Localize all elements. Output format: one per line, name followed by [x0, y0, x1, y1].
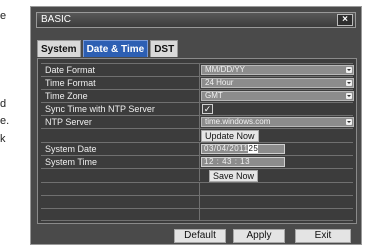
system-date-value: 03/04/2011	[204, 144, 249, 153]
dropdown-arrow-icon	[346, 80, 352, 86]
dropdown-arrow-icon	[346, 67, 352, 73]
sync-ntp-checkbox[interactable]: ✓	[202, 104, 213, 114]
dropdown-arrow-icon	[346, 93, 352, 99]
update-now-row: Update Now	[41, 128, 353, 142]
save-now-button[interactable]: Save Now	[209, 170, 259, 182]
background-text-fragment: d	[0, 98, 7, 110]
ntp-server-label: NTP Server	[45, 117, 92, 127]
basic-settings-dialog: BASIC × System Date & Time DST Date Form…	[30, 6, 362, 245]
ntp-server-row: NTP Server time.windows.com	[41, 115, 354, 128]
ntp-server-select[interactable]: time.windows.com	[201, 117, 354, 127]
date-time-panel: Date Format MM/DD/YY Time Format 24 Hour…	[37, 58, 357, 224]
system-date-label: System Date	[45, 144, 97, 154]
time-zone-value: GMT	[205, 91, 223, 100]
close-icon[interactable]: ×	[337, 14, 353, 26]
dropdown-arrow-icon	[346, 119, 352, 125]
time-zone-row: Time Zone GMT	[41, 89, 354, 102]
background-text-fragment: e	[0, 10, 7, 22]
system-time-input[interactable]: 12 : 43 : 13	[201, 157, 285, 167]
ntp-server-value: time.windows.com	[205, 117, 271, 126]
date-format-value: MM/DD/YY	[205, 65, 245, 74]
time-format-value: 24 Hour	[205, 78, 234, 87]
tab-system[interactable]: System	[37, 40, 81, 57]
dialog-title: BASIC	[41, 14, 72, 25]
background-text-fragment: e.	[0, 115, 10, 127]
background-text-fragment: k	[0, 133, 6, 145]
tab-date-time[interactable]: Date & Time	[82, 40, 149, 57]
date-format-select[interactable]: MM/DD/YY	[201, 65, 354, 75]
time-format-label: Time Format	[45, 78, 96, 88]
time-format-select[interactable]: 24 Hour	[201, 78, 354, 88]
tab-dst[interactable]: DST	[150, 40, 179, 57]
default-button[interactable]: Default	[174, 229, 226, 243]
system-date-row: System Date 03/04/201125	[41, 142, 353, 155]
time-zone-select[interactable]: GMT	[201, 91, 354, 101]
system-date-input[interactable]: 03/04/201125	[201, 144, 285, 154]
system-time-label: System Time	[45, 157, 98, 167]
empty-row	[41, 182, 353, 195]
system-time-value: 12 : 43 : 13	[204, 157, 251, 166]
system-time-row: System Time 12 : 43 : 13	[41, 155, 353, 168]
save-now-row: Save Now	[41, 168, 353, 182]
sync-ntp-label: Sync Time with NTP Server	[45, 104, 155, 114]
empty-row	[41, 208, 353, 221]
dialog-titlebar: BASIC ×	[36, 12, 356, 28]
time-format-row: Time Format 24 Hour	[41, 76, 354, 89]
exit-button[interactable]: Exit	[295, 229, 351, 243]
apply-button[interactable]: Apply	[233, 229, 285, 243]
system-date-selected-field[interactable]: 25	[248, 144, 259, 153]
sync-ntp-row: Sync Time with NTP Server ✓	[41, 102, 353, 115]
tab-bar: System Date & Time DST	[37, 40, 180, 58]
date-format-row: Date Format MM/DD/YY	[41, 63, 354, 76]
time-zone-label: Time Zone	[45, 91, 88, 101]
date-format-label: Date Format	[45, 65, 96, 75]
update-now-button[interactable]: Update Now	[201, 130, 259, 142]
empty-row	[41, 195, 353, 208]
